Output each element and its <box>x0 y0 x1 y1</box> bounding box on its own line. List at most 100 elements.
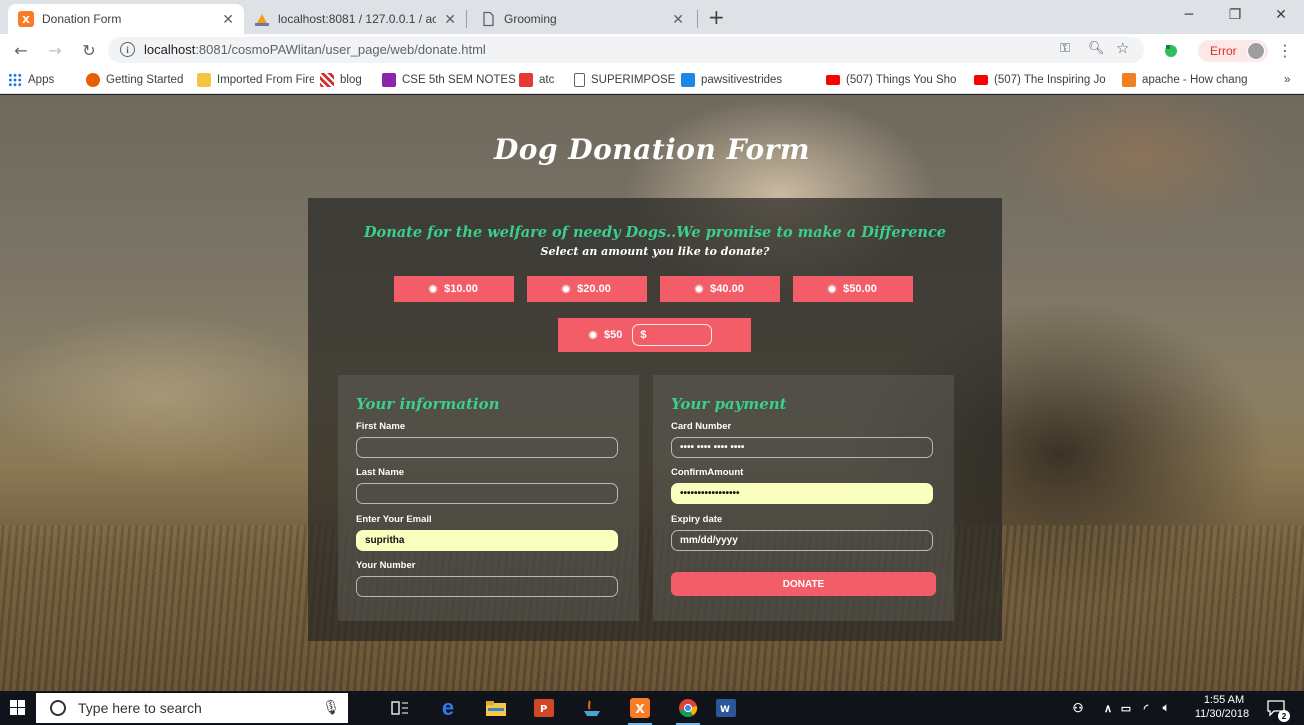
svg-text:X: X <box>22 15 30 26</box>
radio-icon[interactable] <box>430 286 437 292</box>
donate-button[interactable]: DONATE <box>671 572 936 596</box>
people-icon[interactable]: ⚇ <box>1066 696 1090 720</box>
file-explorer-icon[interactable] <box>484 696 508 720</box>
custom-amount-input[interactable] <box>632 324 713 346</box>
chrome-icon[interactable] <box>676 696 700 725</box>
bookmark-blog[interactable]: blog <box>320 71 362 89</box>
bookmark-label: apache - How chang <box>1142 74 1248 86</box>
info-icon[interactable]: i <box>120 42 135 57</box>
confirm-amount-label: ConfirmAmount <box>671 467 744 478</box>
amount-label: $40.00 <box>710 283 744 295</box>
amount-option-50[interactable]: $50.00 <box>793 276 913 302</box>
last-name-label: Last Name <box>356 467 405 478</box>
powerpoint-icon[interactable]: P <box>532 696 556 720</box>
java-icon[interactable] <box>580 696 604 720</box>
page-title: Dog Donation Form <box>494 133 810 166</box>
notification-count: 2 <box>1278 710 1290 722</box>
email-field[interactable] <box>356 530 618 551</box>
key-icon[interactable]: ⚿ <box>1060 41 1070 56</box>
task-view-icon[interactable] <box>388 696 412 720</box>
radio-icon[interactable] <box>563 286 570 292</box>
bookmark-label: atc <box>539 74 555 86</box>
windows-start-icon[interactable] <box>10 700 26 716</box>
bookmark-label: Apps <box>28 74 55 86</box>
tab-separator <box>697 10 698 28</box>
new-tab-button[interactable]: + <box>708 6 725 28</box>
last-name-field[interactable] <box>356 483 618 504</box>
bookmark-star-icon[interactable]: ☆ <box>1116 39 1129 57</box>
close-tab-icon[interactable]: ✕ <box>672 11 684 28</box>
number-label: Your Number <box>356 560 416 571</box>
close-tab-icon[interactable]: ✕ <box>222 11 234 28</box>
word-icon[interactable]: W <box>714 696 738 720</box>
tagline: Donate for the welfare of needy Dogs..We… <box>363 224 947 241</box>
url-text[interactable]: localhost:8081/cosmoPAWlitan/user_page/w… <box>144 42 486 57</box>
address-bar[interactable]: i localhost:8081/cosmoPAWlitan/user_page… <box>108 37 1144 63</box>
tab-grooming[interactable]: Grooming ✕ <box>470 4 694 34</box>
bookmark-label: CSE 5th SEM NOTES <box>402 74 516 86</box>
bookmark-youtube-1[interactable]: (507) Things You Sho <box>826 71 964 89</box>
bookmark-youtube-2[interactable]: (507) The Inspiring Jo <box>974 71 1116 89</box>
amount-option-20[interactable]: $20.00 <box>527 276 647 302</box>
zoom-icon[interactable]: 🔍︎ <box>1088 41 1105 56</box>
first-name-field[interactable] <box>356 437 618 458</box>
pawsitivestrides-icon <box>681 73 695 87</box>
bookmark-apps[interactable]: Apps <box>8 71 54 89</box>
close-tab-icon[interactable]: ✕ <box>444 11 456 28</box>
restore-icon[interactable]: ❐ <box>1212 0 1258 30</box>
close-window-icon[interactable]: ✕ <box>1258 0 1304 30</box>
evernote-icon[interactable] <box>1160 39 1182 61</box>
minimize-icon[interactable]: ─ <box>1166 0 1212 30</box>
back-arrow-icon[interactable]: ← <box>10 39 32 61</box>
tab-donation-form[interactable]: X Donation Form ✕ <box>8 4 244 34</box>
bookmark-getting-started[interactable]: Getting Started <box>86 71 183 89</box>
menu-kebab-icon[interactable]: ⋮ <box>1274 39 1296 61</box>
profile-error-button[interactable]: Error <box>1198 40 1268 62</box>
error-label: Error <box>1210 44 1237 58</box>
tab-title: Donation Form <box>42 12 122 26</box>
radio-icon[interactable] <box>829 286 836 292</box>
first-name-label: First Name <box>356 421 406 432</box>
bookmark-superimpose[interactable]: SUPERIMPOSE <box>574 71 675 89</box>
page-icon <box>574 73 585 87</box>
expiry-date-label: Expiry date <box>671 514 723 525</box>
more-bookmarks-button[interactable]: » <box>1284 71 1290 89</box>
notification-center-icon[interactable]: 2 <box>1264 696 1290 722</box>
svg-text:P: P <box>540 704 547 715</box>
url-path: :8081/cosmoPAWlitan/user_page/web/donate… <box>195 42 486 57</box>
phpmyadmin-icon <box>254 11 270 27</box>
taskbar-search-box[interactable]: Type here to search 🎙︎ <box>36 693 348 723</box>
radio-icon[interactable] <box>696 286 703 292</box>
youtube-icon <box>974 75 988 85</box>
tab-phpmyadmin[interactable]: localhost:8081 / 127.0.0.1 / accou ✕ <box>244 4 466 34</box>
custom-amount-option[interactable]: $50 <box>558 318 751 352</box>
bookmark-atc[interactable]: atc <box>519 71 554 89</box>
amount-option-10[interactable]: $10.00 <box>394 276 514 302</box>
edge-icon[interactable]: e <box>436 695 460 720</box>
bookmark-apache[interactable]: apache - How chang <box>1122 71 1264 89</box>
bookmark-pawsitivestrides[interactable]: pawsitivestrides <box>681 71 782 89</box>
expiry-date-field[interactable] <box>671 530 933 551</box>
bookmark-cse-notes[interactable]: CSE 5th SEM NOTES <box>382 71 516 89</box>
bookmarks-bar: Apps Getting Started Imported From Firef… <box>0 66 1304 94</box>
confirm-amount-field[interactable] <box>671 483 933 504</box>
amount-option-40[interactable]: $40.00 <box>660 276 780 302</box>
bookmark-imported[interactable]: Imported From Firefo <box>197 71 314 89</box>
volume-icon[interactable]: 🔈︎ <box>1154 696 1178 720</box>
amount-label: $20.00 <box>577 283 611 295</box>
microphone-icon[interactable]: 🎙︎ <box>322 699 340 716</box>
xampp-taskbar-icon[interactable]: X <box>628 696 652 725</box>
url-host: localhost <box>144 42 196 57</box>
radio-icon[interactable] <box>590 332 596 338</box>
forward-arrow-icon[interactable]: → <box>44 39 66 61</box>
clock-time[interactable]: 1:55 AM <box>1199 694 1249 706</box>
phone-number-field[interactable] <box>356 576 618 597</box>
xampp-icon: X <box>18 11 34 27</box>
your-payment-section: Your payment Card Number ConfirmAmount E… <box>653 375 954 621</box>
bookmark-label: Getting Started <box>106 74 184 86</box>
card-number-field[interactable] <box>671 437 933 458</box>
clock-date[interactable]: 11/30/2018 <box>1191 708 1253 720</box>
apps-grid-icon <box>8 73 22 87</box>
reload-icon[interactable]: ↻ <box>78 39 100 61</box>
tab-title: Grooming <box>504 12 557 26</box>
